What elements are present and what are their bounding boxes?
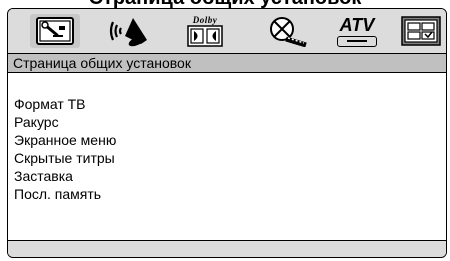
menu-title-bar: Страница общих установок (8, 53, 446, 73)
menu-item-tv-format[interactable]: Формат ТВ (14, 95, 116, 113)
menu-title: Страница общих установок (13, 55, 191, 71)
menu-item-closed-captions[interactable]: Скрытые титры (14, 149, 116, 167)
settings-menu: Формат ТВ Ракурс Экранное меню Скрытые т… (14, 95, 116, 203)
setup-toolbar: Dolby ATV (8, 9, 446, 53)
preferences-grid-icon[interactable] (394, 11, 446, 51)
general-setup-icon[interactable] (28, 11, 82, 51)
menu-item-angle[interactable]: Ракурс (14, 113, 116, 131)
dolby-label: Dolby (192, 14, 218, 25)
atv-label: ATV (339, 14, 375, 35)
audio-speaker-icon[interactable] (102, 11, 156, 51)
atv-bar-icon (337, 35, 377, 47)
page-heading: Страница общих установок (0, 0, 450, 8)
menu-item-last-memory[interactable]: Посл. память (14, 185, 116, 203)
menu-item-screensaver[interactable]: Заставка (14, 167, 116, 185)
menu-item-osd[interactable]: Экранное меню (14, 131, 116, 149)
video-film-icon[interactable] (258, 11, 312, 51)
dolby-icon[interactable]: Dolby (178, 11, 232, 51)
osd-setup-menu: Dolby ATV Страница общих установок Форма… (7, 8, 447, 258)
status-bar (8, 240, 446, 257)
atv-icon[interactable]: ATV (330, 11, 384, 51)
